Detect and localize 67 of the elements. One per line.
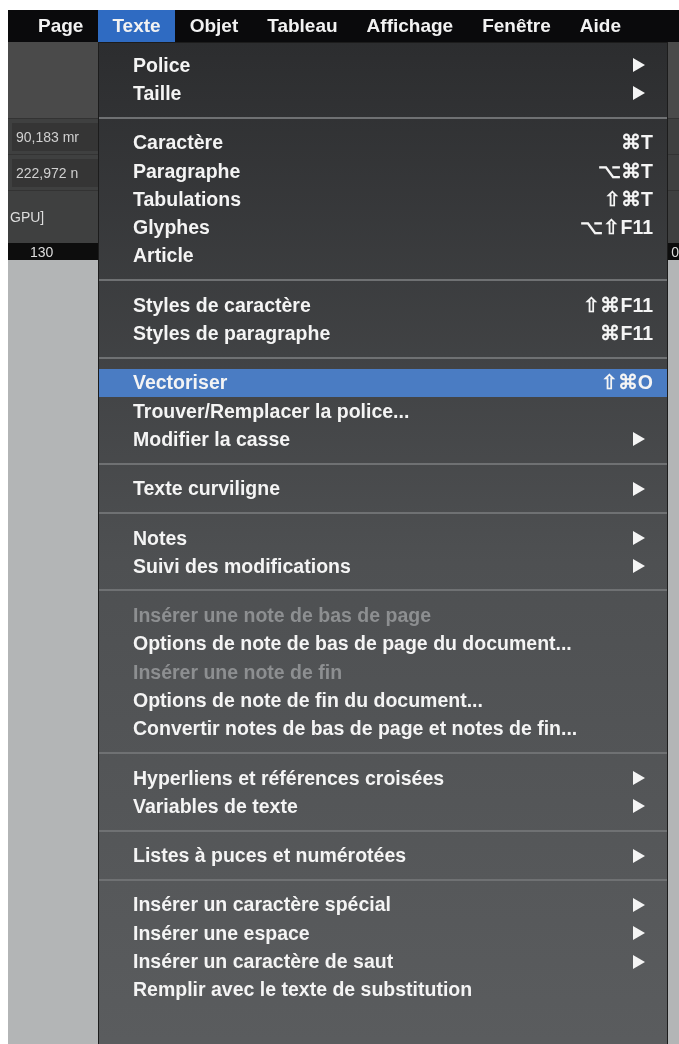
menu-item[interactable]: Suivi des modifications <box>99 552 667 581</box>
menu-item-label: Styles de caractère <box>133 293 311 317</box>
menu-item[interactable]: Options de note de fin du document... <box>99 686 667 715</box>
keyboard-shortcut: ⌥⇧F11 <box>580 216 653 240</box>
menu-item-label: Options de note de bas de page du document... <box>133 632 572 656</box>
menu-item[interactable]: Listes à puces et numérotées <box>99 841 667 870</box>
menu-item[interactable]: Insérer un caractère spécial <box>99 890 667 920</box>
menu-item[interactable]: Options de note de bas de page du document... <box>99 629 667 659</box>
menu-item-label: Convertir notes de bas de page et notes de fin... <box>133 717 578 741</box>
menu-item-label: Insérer une note de fin <box>133 660 343 684</box>
menu-item-label: Remplir avec le texte de substitution <box>133 978 473 1002</box>
menu-item-label: Insérer un caractère spécial <box>133 893 391 917</box>
menu-item[interactable]: Variables de texte <box>99 792 667 821</box>
menu-item[interactable]: Taille <box>99 79 667 108</box>
menu-item-label: Listes à puces et numérotées <box>133 844 407 868</box>
menu-item[interactable]: Convertir notes de bas de page et notes de fin... <box>99 714 667 743</box>
menu-item-label: Variables de texte <box>133 794 298 818</box>
menu-item-label: Hyperliens et références croisées <box>133 766 445 790</box>
menu-item-label: Article <box>133 244 194 268</box>
menu-item-label: Options de note de fin du document... <box>133 689 483 712</box>
keyboard-shortcut: ⇧⌘O <box>600 371 653 395</box>
menu-item-label: Insérer une note de bas de page <box>133 604 431 628</box>
menu-bar-item[interactable]: Affichage <box>352 10 468 42</box>
keyboard-shortcut: ⇧⌘F11 <box>583 293 653 317</box>
menu-item[interactable]: Glyphes ⌥⇧F11 <box>99 213 667 242</box>
ruler-label: 130 <box>30 243 54 260</box>
menu-item[interactable]: Notes <box>99 523 667 553</box>
menu-item[interactable]: Insérer une espace <box>99 919 667 948</box>
menu-item[interactable]: Police <box>99 51 667 80</box>
keyboard-shortcut: ⇧⌘T <box>604 187 653 211</box>
menu-bar-item[interactable]: Fenêtre <box>468 10 565 42</box>
menu-item[interactable]: Tabulations ⇧⌘T <box>99 185 667 214</box>
menu-bar-item[interactable]: Tableau <box>253 10 352 42</box>
menu-item-label: Police <box>133 53 191 77</box>
menu-item[interactable]: Vectoriser ⇧⌘O <box>99 368 667 397</box>
menu-bar-item[interactable]: Objet <box>175 10 253 42</box>
menu-bar-item[interactable]: Page <box>24 10 98 42</box>
menu-item-label: Paragraphe <box>133 159 241 183</box>
menu-item[interactable]: Remplir avec le texte de substitution <box>99 975 667 1004</box>
keyboard-shortcut: ⌘T <box>621 131 653 155</box>
menu-item-label: Styles de paragraphe <box>133 322 331 345</box>
menu-bar-item[interactable]: Aide <box>565 10 635 42</box>
menu-item[interactable]: Trouver/Remplacer la police... <box>99 396 667 426</box>
menu-item[interactable]: Styles de caractère ⇧⌘F11 <box>99 291 667 320</box>
keyboard-shortcut: ⌘F11 <box>600 322 653 345</box>
menu-item-label: Modifier la casse <box>133 427 291 451</box>
menu-item-label: Vectoriser <box>133 371 228 395</box>
menu-item[interactable]: Modifier la casse <box>99 425 667 454</box>
ruler-label: 0 <box>671 243 679 260</box>
menu-item-label: Caractère <box>133 131 223 155</box>
menu-item-label: Taille <box>133 81 182 105</box>
menu-item[interactable]: Article <box>99 241 667 271</box>
menu-item-label: Glyphes <box>133 216 210 240</box>
menu-item-label: Suivi des modifications <box>133 554 351 578</box>
menu-item-label: Tabulations <box>133 187 241 211</box>
document-tab[interactable]: GPU] <box>8 209 45 225</box>
menu-item-label: Insérer un caractère de saut <box>133 950 394 974</box>
menu-item-label: Insérer une espace <box>133 921 310 945</box>
menu-item[interactable]: Styles de paragraphe ⌘F11 <box>99 319 667 348</box>
menu-item-label: Texte curviligne <box>133 477 281 501</box>
menu-item[interactable]: Texte curviligne <box>99 474 667 503</box>
menu-item-label: Trouver/Remplacer la police... <box>133 399 410 423</box>
menu-item-label: Notes <box>133 526 188 550</box>
keyboard-shortcut: ⌥⌘T <box>598 159 653 183</box>
menu-item[interactable]: Insérer un caractère de saut <box>99 947 667 976</box>
menu-item[interactable]: Hyperliens et références croisées <box>99 763 667 793</box>
menu-bar-item[interactable]: Texte <box>98 10 175 42</box>
